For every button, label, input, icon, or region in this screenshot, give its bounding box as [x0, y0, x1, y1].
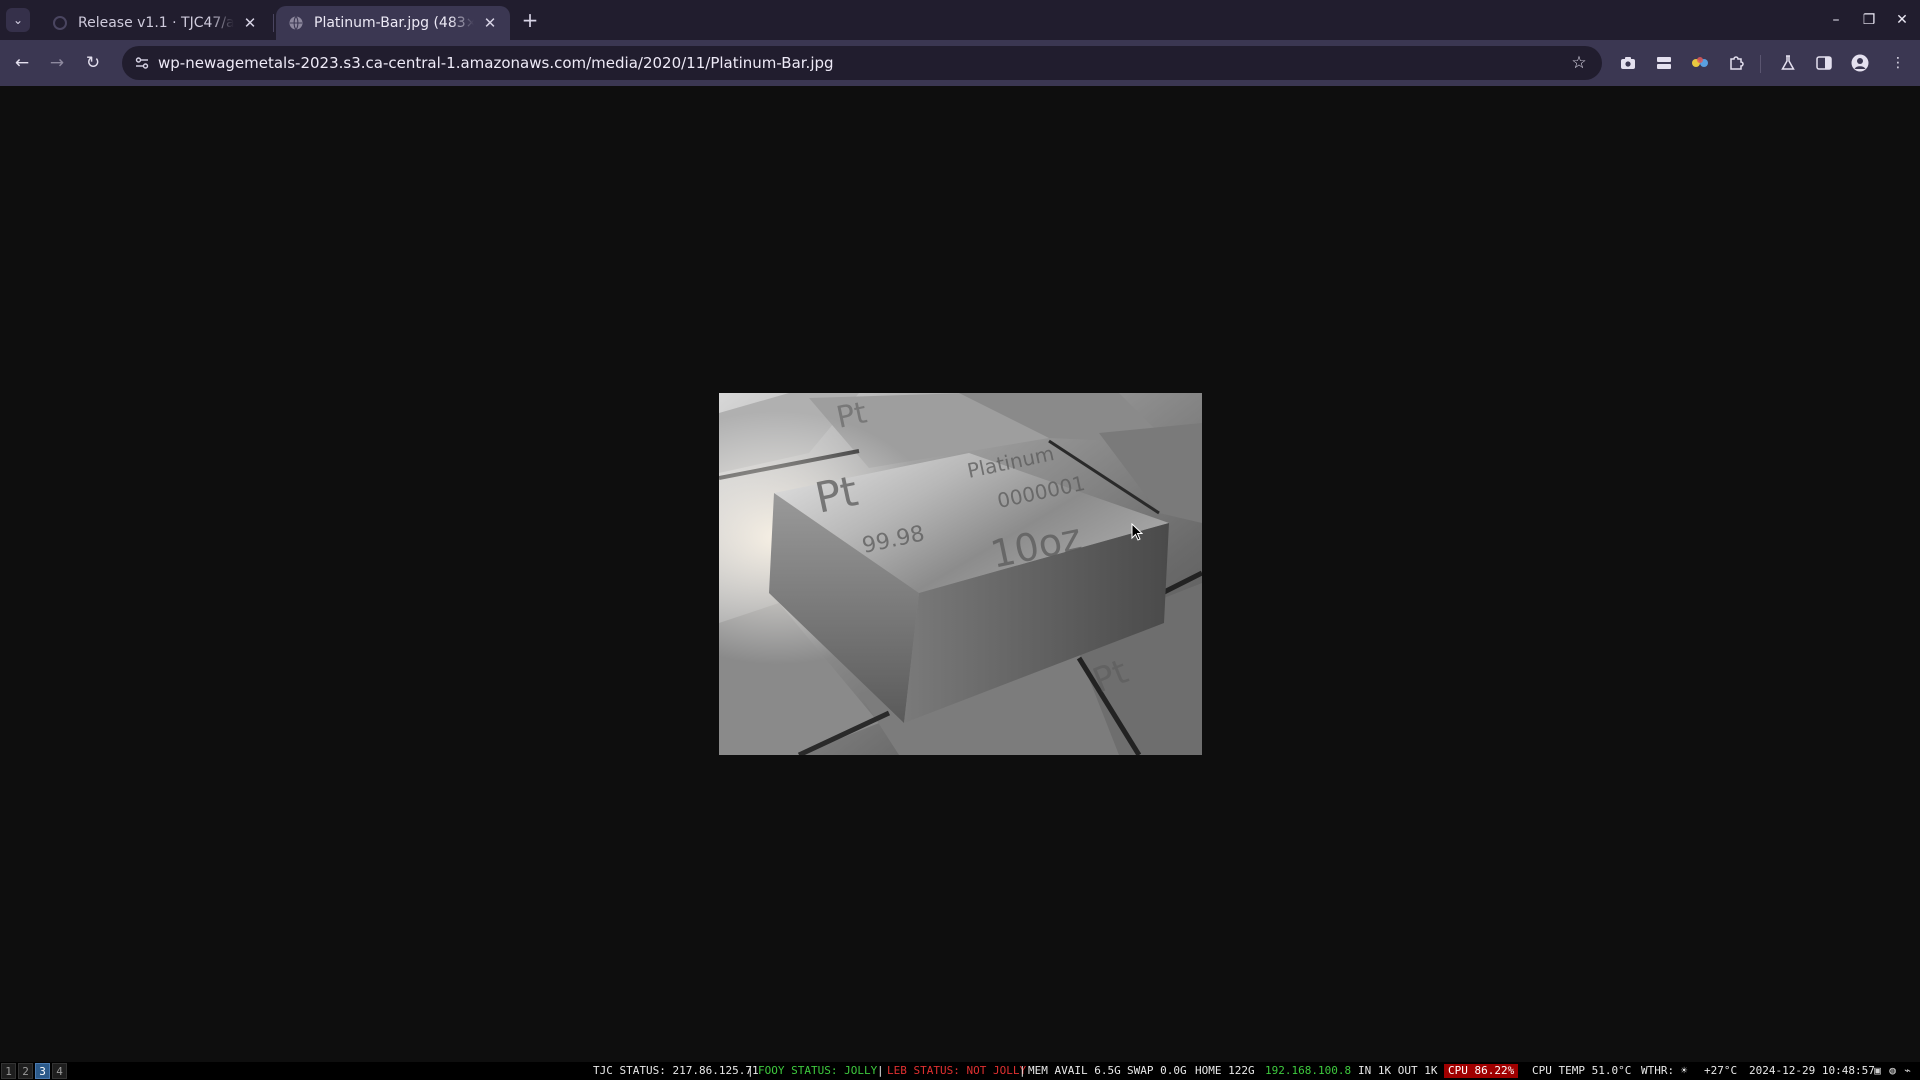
weather-label: WTHR: ☀ — [1641, 1064, 1688, 1077]
labs-flask-icon[interactable] — [1776, 51, 1800, 75]
reload-icon: ↻ — [85, 53, 101, 73]
platinum-bar-image: Pt 99.98 Platinum 0000001 10oz Pt Pt — [719, 393, 1202, 755]
tab-title: Release v1.1 · TJC47/anar — [78, 15, 234, 31]
swap-usage: SWAP 0.0G — [1127, 1064, 1187, 1077]
extension-colorful-icon[interactable] — [1688, 51, 1712, 75]
status-separator: | — [877, 1064, 884, 1077]
workspace-4[interactable]: 4 — [52, 1063, 67, 1079]
toolbar-divider — [1760, 55, 1761, 73]
chevron-down-icon: ⌄ — [12, 13, 24, 27]
tab-strip: ⌄ Release v1.1 · TJC47/anar ✕ Platinum-B… — [0, 0, 1920, 40]
bookmark-star-icon[interactable]: ☆ — [1568, 52, 1590, 74]
tab-search-button[interactable]: ⌄ — [6, 8, 30, 32]
puzzle-extensions-icon[interactable] — [1724, 51, 1748, 75]
arrow-left-icon: ← — [14, 53, 30, 73]
tray-chat-icon[interactable]: ▣ — [1871, 1064, 1884, 1077]
tab-release[interactable]: Release v1.1 · TJC47/anar ✕ — [40, 6, 270, 40]
close-window-button[interactable]: ✕ — [1888, 8, 1916, 32]
tab-title: Platinum-Bar.jpg (483×362) — [314, 15, 474, 31]
tab-close-button[interactable]: ✕ — [240, 13, 260, 33]
restore-button[interactable]: ❐ — [1855, 8, 1883, 32]
ip-address: 192.168.100.8 — [1265, 1064, 1352, 1077]
network-traffic: IN 1K OUT 1K — [1358, 1064, 1438, 1077]
cpu-temperature: CPU TEMP 51.0°C — [1532, 1064, 1632, 1077]
address-bar[interactable]: wp-newagemetals-2023.s3.ca-central-1.ama… — [122, 46, 1602, 80]
tray-sync-icon[interactable]: ◍ — [1886, 1064, 1899, 1077]
reload-button[interactable]: ↻ — [81, 51, 105, 75]
workspace-3[interactable]: 3 — [35, 1063, 50, 1079]
fooy-status: FOOY STATUS: JOLLY — [758, 1064, 878, 1077]
screenshot-icon[interactable] — [1616, 51, 1640, 75]
globe-icon — [289, 16, 303, 30]
tab-platinum-bar[interactable]: Platinum-Bar.jpg (483×362) ✕ — [276, 6, 510, 40]
profile-avatar-icon[interactable] — [1848, 51, 1872, 75]
minimize-button[interactable]: – — [1822, 8, 1850, 32]
side-panel-icon[interactable] — [1812, 51, 1836, 75]
cpu-usage: CPU 86.22% — [1444, 1064, 1519, 1078]
url-text: wp-newagemetals-2023.s3.ca-central-1.ama… — [158, 54, 834, 72]
loading-spinner-icon — [53, 16, 67, 30]
arrow-right-icon: → — [49, 53, 65, 73]
forward-button[interactable]: → — [45, 51, 69, 75]
home-disk: HOME 122G — [1195, 1064, 1255, 1077]
workspace-1[interactable]: 1 — [1, 1063, 16, 1079]
leb-status: LEB STATUS: NOT JOLLY — [887, 1064, 1027, 1077]
tab-separator — [273, 14, 274, 32]
date-time: 2024-12-29 10:48:57 — [1749, 1064, 1875, 1077]
system-status-bar: 1 2 3 4 TJC STATUS: 217.86.125.71 | FOOY… — [0, 1062, 1920, 1080]
mouse-cursor-icon — [1131, 523, 1143, 541]
site-info-icon[interactable] — [132, 53, 152, 73]
workspace-2[interactable]: 2 — [18, 1063, 33, 1079]
image-viewer-viewport: Pt 99.98 Platinum 0000001 10oz Pt Pt — [0, 86, 1920, 1062]
status-separator: | — [747, 1064, 754, 1077]
tray-network-icon[interactable]: ⌁ — [1901, 1064, 1914, 1077]
storage-icon[interactable] — [1652, 51, 1676, 75]
tjc-status: TJC STATUS: 217.86.125.71 — [593, 1064, 759, 1077]
kebab-menu-icon[interactable]: ⋮ — [1886, 51, 1910, 75]
weather-temperature: +27°C — [1704, 1064, 1738, 1077]
tab-close-button[interactable]: ✕ — [480, 13, 500, 33]
new-tab-button[interactable]: + — [518, 8, 542, 32]
browser-toolbar: ← → ↻ wp-newagemetals-2023.s3.ca-central… — [0, 40, 1920, 86]
memory-available: MEM AVAIL 6.5G — [1028, 1064, 1121, 1077]
back-button[interactable]: ← — [10, 51, 34, 75]
status-separator: | — [1019, 1064, 1026, 1077]
